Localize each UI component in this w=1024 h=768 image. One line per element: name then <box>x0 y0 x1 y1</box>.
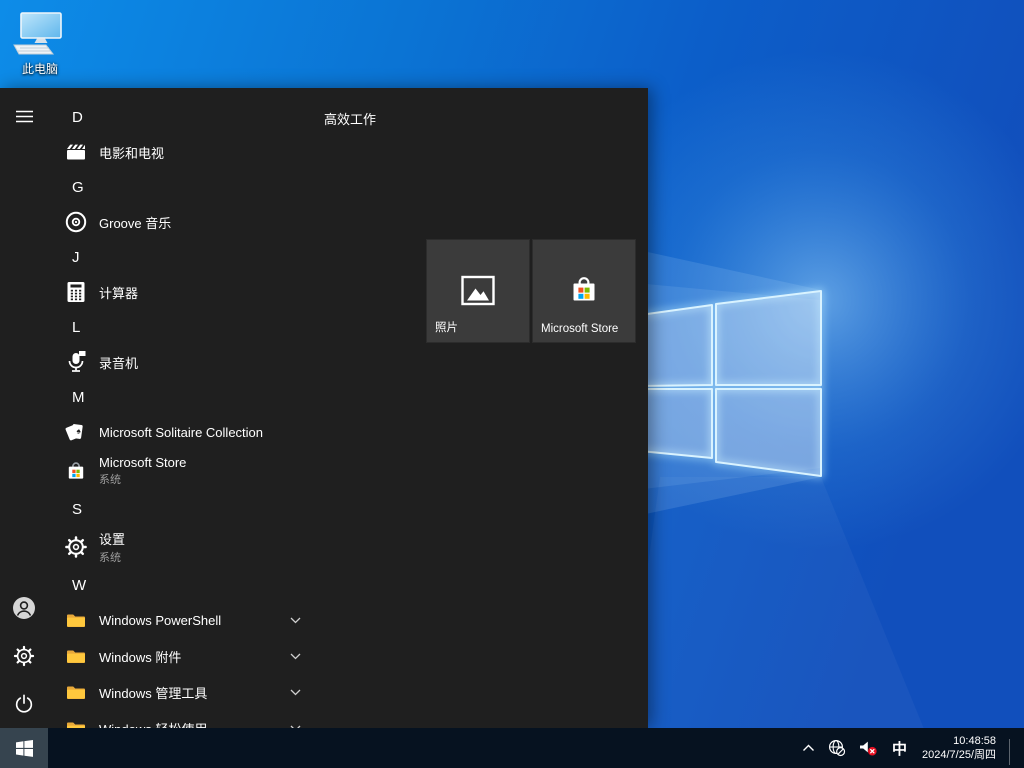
volume-button[interactable] <box>856 728 881 768</box>
photos-tile-icon <box>460 274 496 312</box>
app-item[interactable]: 计算器 <box>60 274 320 310</box>
app-label: Groove 音乐 <box>99 213 171 232</box>
app-item[interactable]: 设置系统 <box>60 526 320 568</box>
app-item[interactable]: Windows PowerShell <box>60 602 320 638</box>
desktop-icon-this-pc[interactable]: 此电脑 <box>10 12 70 77</box>
tray-divider <box>1009 739 1010 765</box>
app-section-letter-J[interactable]: J <box>60 240 320 274</box>
expand-menu-button[interactable] <box>0 96 48 136</box>
app-section-letter-S[interactable]: S <box>60 492 320 526</box>
app-label: 计算器 <box>99 283 138 302</box>
clock-date: 2024/7/25/周四 <box>922 748 996 762</box>
calculator-icon <box>63 279 89 305</box>
start-menu: D 电影和电视 G Groove 音乐 J 计算器 L 录音机 M ♠ Microsoft… <box>0 88 648 728</box>
app-label: 设置 <box>99 529 125 548</box>
tile-label: Microsoft Store <box>541 323 631 335</box>
app-label: Microsoft Store <box>99 455 186 470</box>
clock-time: 10:48:58 <box>922 734 996 748</box>
globe-no-internet-icon <box>828 739 846 757</box>
tile-label: 照片 <box>435 319 525 335</box>
power-icon <box>13 693 35 715</box>
app-item[interactable]: 电影和电视 <box>60 134 320 170</box>
app-label: 录音机 <box>99 353 138 372</box>
app-item[interactable]: Windows 轻松使用 <box>60 710 320 728</box>
voice-recorder-icon <box>63 349 89 375</box>
settings-button[interactable] <box>0 636 48 676</box>
app-label: Windows 轻松使用 <box>99 719 207 729</box>
folder-icon <box>63 643 89 669</box>
chevron-up-icon <box>802 744 815 752</box>
start-button[interactable] <box>0 728 48 768</box>
tile-area: 高效工作 照片 Microsoft Store <box>324 88 648 728</box>
this-pc-label: 此电脑 <box>10 60 70 77</box>
app-label: Microsoft Solitaire Collection <box>99 425 263 440</box>
taskbar: 中 10:48:58 2024/7/25/周四 <box>0 728 1024 768</box>
ime-indicator[interactable]: 中 <box>888 728 911 768</box>
movies-tv-icon <box>63 139 89 165</box>
user-avatar-icon <box>12 596 36 620</box>
app-label: 电影和电视 <box>99 143 164 162</box>
folder-icon <box>63 679 89 705</box>
speaker-muted-icon <box>859 740 878 757</box>
taskbar-clock[interactable]: 10:48:58 2024/7/25/周四 <box>918 734 1002 762</box>
app-item[interactable]: 录音机 <box>60 344 320 380</box>
system-tray: 中 10:48:58 2024/7/25/周四 <box>799 728 1024 768</box>
taskbar-empty-area <box>48 728 799 768</box>
groove-icon <box>63 209 89 235</box>
app-section-letter-L[interactable]: L <box>60 310 320 344</box>
hamburger-icon <box>16 110 33 123</box>
app-sublabel: 系统 <box>99 549 125 565</box>
app-item[interactable]: Windows 附件 <box>60 638 320 674</box>
power-button[interactable] <box>0 684 48 724</box>
app-label: Windows 附件 <box>99 647 181 666</box>
chevron-down-icon[interactable] <box>288 721 302 728</box>
app-item[interactable]: Microsoft Store系统 <box>60 450 320 492</box>
show-desktop-button[interactable] <box>1017 728 1022 768</box>
folder-icon <box>63 715 89 728</box>
network-button[interactable] <box>825 728 849 768</box>
settings-icon <box>63 534 89 560</box>
tile-group-title[interactable]: 高效工作 <box>324 109 376 128</box>
chevron-down-icon[interactable] <box>288 649 302 663</box>
solitaire-icon: ♠ <box>63 419 89 445</box>
folder-icon <box>63 607 89 633</box>
app-sublabel: 系统 <box>99 471 186 487</box>
app-section-letter-W[interactable]: W <box>60 568 320 602</box>
app-section-letter-M[interactable]: M <box>60 380 320 414</box>
this-pc-icon <box>12 12 68 58</box>
tile-store[interactable]: Microsoft Store <box>533 240 635 342</box>
tile-photos[interactable]: 照片 <box>427 240 529 342</box>
chevron-down-icon[interactable] <box>288 613 302 627</box>
chevron-down-icon[interactable] <box>288 685 302 699</box>
app-list: D 电影和电视 G Groove 音乐 J 计算器 L 录音机 M ♠ Microsoft… <box>60 100 320 728</box>
app-item[interactable]: Windows 管理工具 <box>60 674 320 710</box>
app-label: Windows 管理工具 <box>99 683 207 702</box>
app-item[interactable]: ♠ Microsoft Solitaire Collection <box>60 414 320 450</box>
windows-logo-icon <box>16 740 33 757</box>
app-item[interactable]: Groove 音乐 <box>60 204 320 240</box>
store-icon <box>63 458 89 484</box>
app-label: Windows PowerShell <box>99 613 221 628</box>
app-section-letter-D[interactable]: D <box>60 100 320 134</box>
store-tile-icon <box>567 274 601 313</box>
gear-icon <box>13 645 35 667</box>
start-menu-rail <box>0 88 48 728</box>
app-section-letter-G[interactable]: G <box>60 170 320 204</box>
tray-expand-button[interactable] <box>799 728 818 768</box>
user-account-button[interactable] <box>0 588 48 628</box>
tile-grid: 照片 Microsoft Store <box>427 240 635 342</box>
